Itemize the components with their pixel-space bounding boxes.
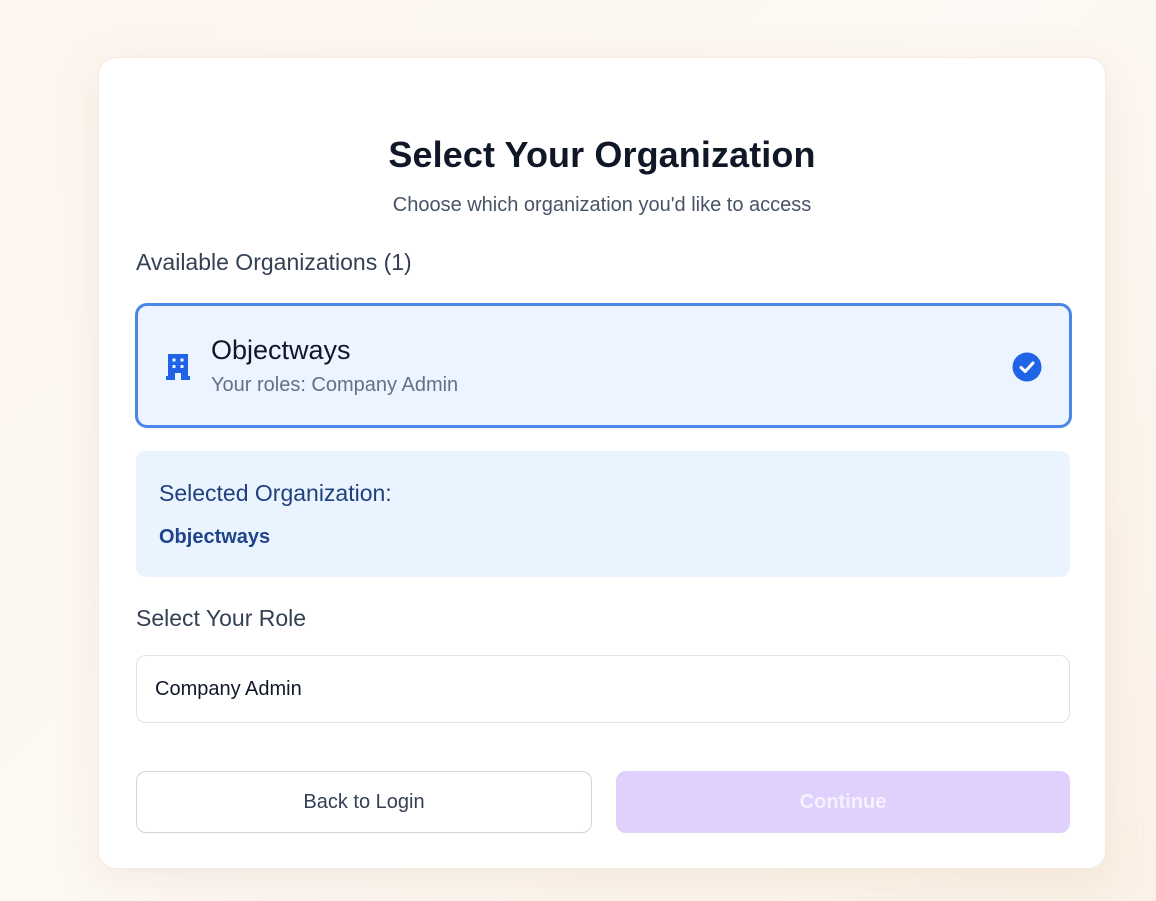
- selected-organization-value: Objectways: [159, 526, 271, 548]
- organization-name: Objectways: [211, 335, 351, 365]
- available-organizations-label: Available Organizations (1): [136, 249, 412, 275]
- selected-organization-panel: Selected Organization: Objectways: [136, 451, 1070, 577]
- back-to-login-button[interactable]: Back to Login: [136, 771, 592, 833]
- check-circle-icon: [1012, 352, 1042, 382]
- organization-roles: Your roles: Company Admin: [211, 374, 459, 396]
- role-select[interactable]: Company Admin: [136, 655, 1070, 723]
- page-subtitle: Choose which organization you'd like to …: [392, 194, 812, 216]
- organization-option[interactable]: Objectways Your roles: Company Admin: [135, 303, 1072, 428]
- continue-button[interactable]: Continue: [616, 771, 1070, 833]
- selected-organization-label: Selected Organization:: [159, 480, 392, 506]
- select-role-label: Select Your Role: [136, 605, 307, 631]
- org-select-card: Select Your Organization Choose which or…: [98, 57, 1106, 869]
- building-icon: [166, 354, 190, 380]
- page-title: Select Your Organization: [388, 134, 816, 175]
